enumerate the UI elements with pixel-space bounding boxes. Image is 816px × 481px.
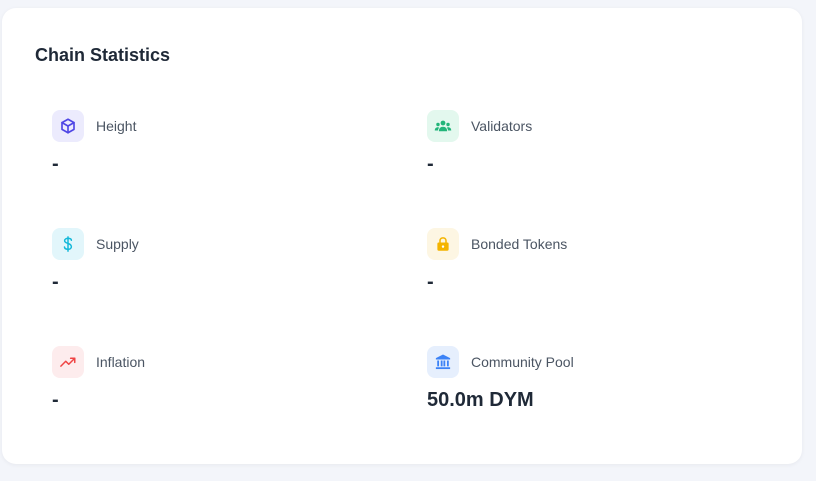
stat-community-pool: Community Pool 50.0m DYM <box>427 346 747 426</box>
cube-icon <box>52 110 84 142</box>
stat-height: Height - <box>52 110 372 190</box>
dollar-icon <box>52 228 84 260</box>
lock-icon <box>427 228 459 260</box>
stat-value-bonded-tokens: - <box>427 271 434 293</box>
stat-value-community-pool: 50.0m DYM <box>427 389 534 411</box>
stat-value-inflation: - <box>52 389 59 411</box>
stat-label-height: Height <box>96 118 137 134</box>
stat-value-height: - <box>52 153 59 175</box>
stat-label-community-pool: Community Pool <box>471 354 574 370</box>
stat-value-validators: - <box>427 153 434 175</box>
stat-value-supply: - <box>52 271 59 293</box>
chain-statistics-card: Chain Statistics Height - Validators - S… <box>2 8 802 464</box>
stat-label-inflation: Inflation <box>96 354 146 370</box>
stat-validators: Validators - <box>427 110 747 190</box>
stat-supply: Supply - <box>52 228 372 308</box>
stat-label-validators: Validators <box>471 118 533 134</box>
stat-label-bonded-tokens: Bonded Tokens <box>471 236 568 252</box>
stat-inflation: Inflation - <box>52 346 372 426</box>
trending-up-icon <box>52 346 84 378</box>
bank-icon <box>427 346 459 378</box>
users-icon <box>427 110 459 142</box>
stat-label-supply: Supply <box>96 236 139 252</box>
card-title: Chain Statistics <box>35 45 171 65</box>
stat-bonded-tokens: Bonded Tokens - <box>427 228 747 308</box>
